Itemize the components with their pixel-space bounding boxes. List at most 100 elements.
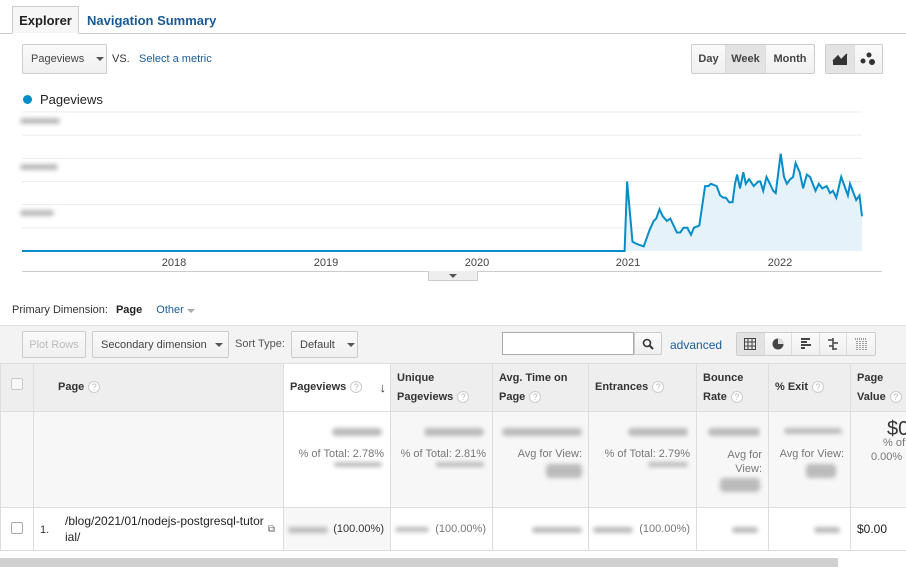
row-unique-pct: (100.00%): [435, 523, 486, 535]
bar-view-icon[interactable]: [792, 333, 820, 355]
select-all-cell: [0, 363, 34, 412]
row-bounce-cell: [696, 507, 769, 551]
help-icon[interactable]: ?: [730, 390, 743, 403]
tab-explorer[interactable]: Explorer: [12, 6, 79, 34]
col-unique-pageviews[interactable]: Unique Pageviews?: [390, 363, 493, 412]
col-page-value-label: Page Value: [857, 371, 886, 403]
dimension-other[interactable]: Other: [156, 304, 195, 316]
row-page-link[interactable]: /blog/2021/01/nodejs-postgresql-tutorial…: [65, 513, 265, 545]
primary-dimension: Primary Dimension: Page Other: [12, 304, 195, 316]
row-exit-cell: [768, 507, 851, 551]
advanced-link[interactable]: advanced: [670, 338, 722, 352]
dimension-page[interactable]: Page: [116, 304, 142, 316]
help-icon[interactable]: ?: [529, 390, 542, 403]
row-checkbox[interactable]: [11, 521, 23, 534]
total-page-value: $0: [887, 418, 906, 440]
totals-entrances-cell: % of Total: 2.79%: [588, 411, 697, 508]
help-icon[interactable]: ?: [652, 381, 665, 393]
col-avg-time[interactable]: Avg. Time on Page?: [492, 363, 589, 412]
table-view-group: [736, 332, 876, 356]
totals-row: % of Total: 2.78% % of Total: 2.81% Avg …: [0, 411, 906, 508]
select-all-checkbox[interactable]: [11, 378, 23, 390]
table-view-icon[interactable]: [737, 333, 765, 355]
data-table: Page? Pageviews? ↓ Unique Pageviews? Avg.…: [0, 363, 906, 551]
col-unique-pageviews-label: Unique Pageviews: [397, 371, 454, 403]
total-exit: Avg for View:: [779, 448, 844, 460]
x-tick: 2018: [161, 257, 187, 269]
total-avg-time: Avg for View:: [517, 448, 582, 460]
col-pageviews[interactable]: Pageviews? ↓: [283, 363, 391, 412]
x-tick: 2021: [615, 257, 641, 269]
col-bounce-rate[interactable]: Bounce Rate?: [696, 363, 769, 412]
col-entrances[interactable]: Entrances?: [588, 363, 697, 412]
help-icon[interactable]: ?: [88, 381, 101, 393]
redacted-value: [546, 464, 582, 478]
col-pageviews-label: Pageviews: [290, 381, 347, 393]
help-icon[interactable]: ?: [457, 390, 470, 403]
chevron-down-icon: [186, 309, 195, 313]
row-unique-cell: (100.00%): [390, 507, 493, 551]
redacted-value: [720, 478, 760, 492]
col-exit[interactable]: % Exit?: [768, 363, 851, 412]
pivot-view-icon[interactable]: [847, 333, 875, 355]
chevron-down-icon: [346, 342, 355, 347]
chevron-down-icon: [449, 273, 457, 278]
open-link-icon[interactable]: ⧉: [268, 522, 275, 538]
row-page-cell: 1. /blog/2021/01/nodejs-postgresql-tutori…: [33, 507, 284, 551]
redacted-value: [532, 527, 582, 533]
x-tick: 2019: [313, 257, 339, 269]
totals-bounce-cell: Avg for View:: [696, 411, 769, 508]
totals-page-value-cell: $0% of 0.00%: [850, 411, 906, 508]
redacted-value: [436, 462, 484, 467]
redacted-value: [593, 527, 633, 533]
col-entrances-label: Entrances: [595, 381, 649, 393]
redacted-value: [424, 428, 484, 436]
total-bounce: Avg for View:: [727, 449, 762, 475]
col-exit-label: % Exit: [775, 381, 809, 393]
redacted-value: [708, 428, 760, 436]
table-search-input[interactable]: [502, 332, 634, 355]
redacted-value: [784, 428, 842, 434]
total-page-value-pct: 0.00%: [871, 451, 903, 463]
pageviews-chart: [22, 111, 863, 252]
primary-dimension-label: Primary Dimension:: [12, 304, 108, 316]
secondary-dimension-label: Secondary dimension: [101, 338, 207, 351]
comparison-view-icon[interactable]: [820, 333, 848, 355]
totals-avg-time-cell: Avg for View:: [492, 411, 589, 508]
sort-type-value: Default: [300, 338, 335, 351]
table-row: 1. /blog/2021/01/nodejs-postgresql-tutori…: [0, 507, 906, 551]
row-entrances-pct: (100.00%): [639, 523, 690, 535]
redacted-value: [806, 464, 836, 478]
redacted-value: [332, 428, 382, 436]
chart-collapse-handle[interactable]: [428, 271, 478, 281]
redacted-value: [628, 428, 688, 436]
redacted-value: [814, 527, 840, 533]
row-entrances-cell: (100.00%): [588, 507, 697, 551]
secondary-dimension-dropdown[interactable]: Secondary dimension: [92, 331, 229, 358]
search-button[interactable]: [634, 332, 662, 355]
table-header: Page? Pageviews? ↓ Unique Pageviews? Avg.…: [0, 363, 906, 412]
search-icon: [642, 338, 654, 350]
pie-view-icon[interactable]: [765, 333, 793, 355]
help-icon[interactable]: ?: [812, 381, 825, 393]
plot-rows-button[interactable]: Plot Rows: [22, 331, 86, 358]
chevron-down-icon: [214, 342, 223, 347]
totals-exit-cell: Avg for View:: [768, 411, 851, 508]
x-tick: 2020: [464, 257, 490, 269]
redacted-value: [648, 462, 688, 467]
col-page-value[interactable]: Page Value?: [850, 363, 906, 412]
x-tick: 2022: [767, 257, 793, 269]
total-pageviews: % of Total: 2.78%: [298, 448, 384, 460]
redacted-value: [288, 527, 328, 533]
row-index: 1.: [40, 524, 50, 536]
totals-pageviews-cell: % of Total: 2.78%: [283, 411, 391, 508]
help-icon[interactable]: ?: [889, 390, 902, 403]
row-page-value: $0.00: [850, 507, 906, 551]
totals-empty-cell: [33, 411, 284, 508]
help-icon[interactable]: ?: [350, 381, 363, 393]
horizontal-scrollbar[interactable]: [0, 558, 838, 567]
total-entrances: % of Total: 2.79%: [604, 448, 690, 460]
sort-type-dropdown[interactable]: Default: [291, 331, 358, 358]
col-page-label: Page: [58, 381, 85, 393]
col-page[interactable]: Page?: [33, 363, 284, 412]
